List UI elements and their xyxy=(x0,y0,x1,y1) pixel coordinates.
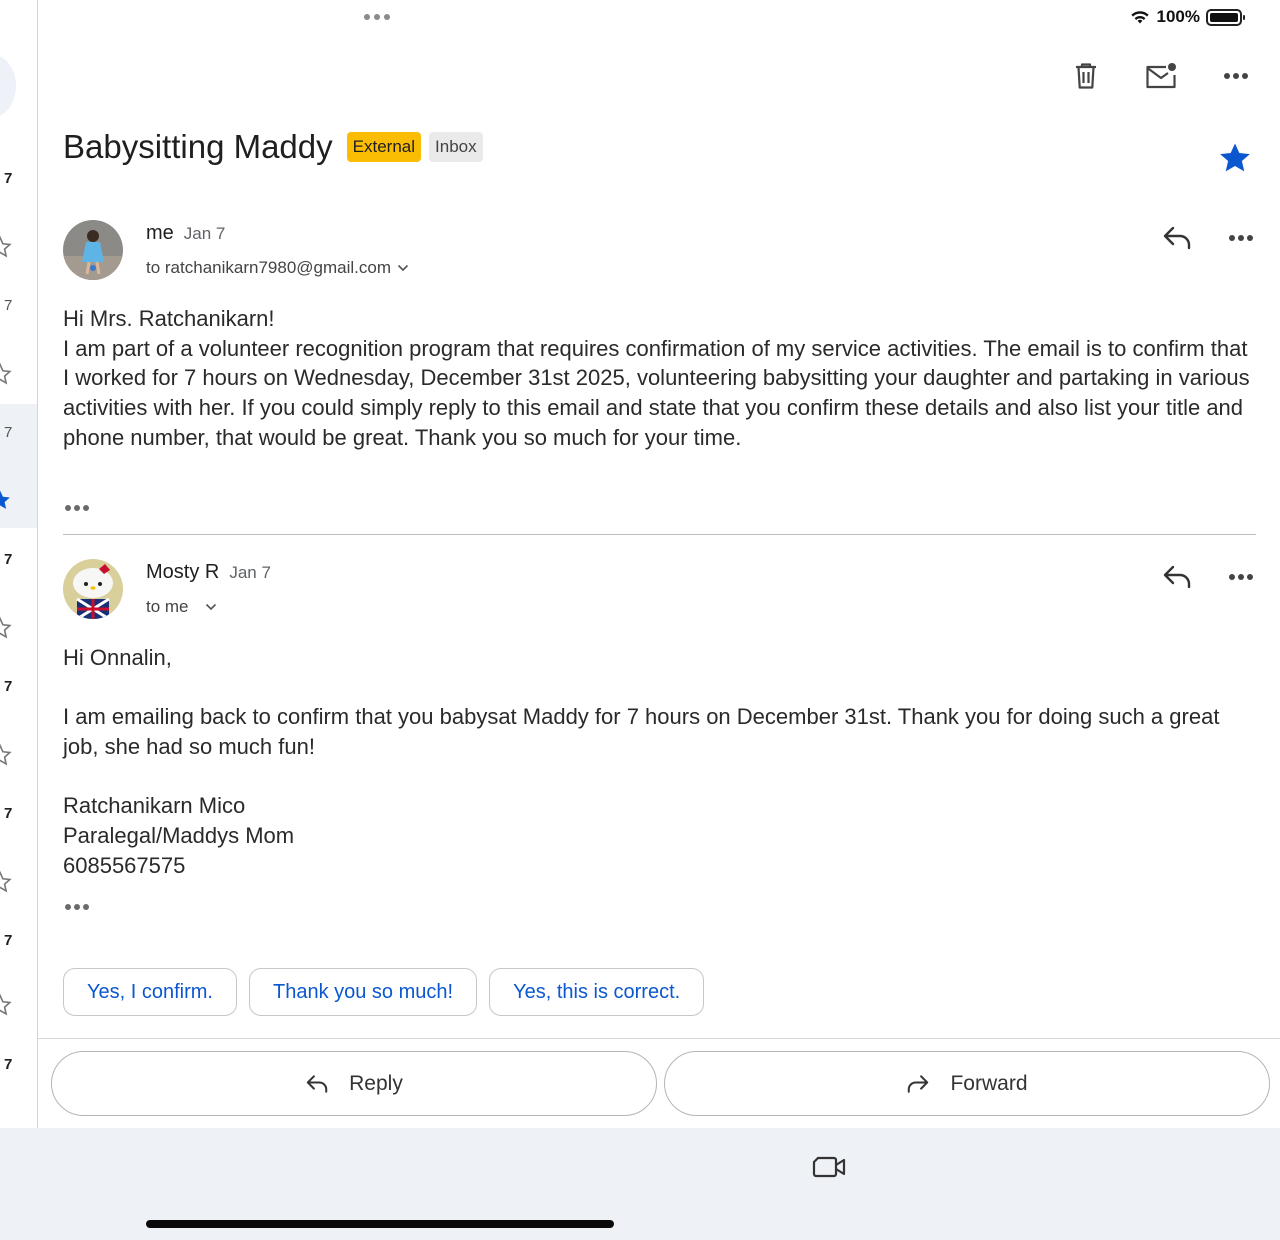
message-date: Jan 7 xyxy=(183,224,226,243)
thread-toolbar xyxy=(1072,60,1250,92)
list-item-date[interactable]: 7 xyxy=(4,678,12,695)
mark-unread-icon[interactable] xyxy=(1144,60,1178,92)
sender-name[interactable]: me xyxy=(146,222,174,245)
message-list-pane: 7 7 7 7 7 7 7 7 xyxy=(0,0,38,1128)
reply-label: Reply xyxy=(349,1071,403,1095)
smart-reply-button[interactable]: Thank you so much! xyxy=(248,968,478,1016)
subject-title: Babysitting Maddy xyxy=(63,128,333,165)
reply-icon[interactable] xyxy=(1162,562,1192,592)
body-blank-line xyxy=(63,673,1258,703)
body-blank-line xyxy=(63,762,1258,792)
reply-button[interactable]: Reply xyxy=(51,1051,657,1116)
trash-icon[interactable] xyxy=(1072,60,1100,92)
recipient-text: to ratchanikarn7980@gmail.com xyxy=(146,258,391,277)
smart-reply-button[interactable]: Yes, this is correct. xyxy=(489,968,705,1016)
message-more-icon[interactable] xyxy=(1226,562,1256,592)
home-indicator[interactable] xyxy=(146,1220,614,1228)
message-date: Jan 7 xyxy=(229,563,271,582)
star-icon[interactable] xyxy=(1217,140,1253,176)
avatar[interactable] xyxy=(63,559,123,619)
list-item-date[interactable]: 7 xyxy=(4,1056,12,1073)
list-avatar[interactable] xyxy=(0,55,16,117)
smart-reply-button[interactable]: Yes, I confirm. xyxy=(63,968,237,1016)
list-star-icon[interactable] xyxy=(0,993,12,1017)
forward-button[interactable]: Forward xyxy=(664,1051,1270,1116)
external-label: External xyxy=(346,132,422,162)
sender-line: Mosty R Jan 7 xyxy=(146,561,271,584)
signature-title: Paralegal/Maddys Mom xyxy=(63,823,295,849)
message-divider xyxy=(63,534,1256,535)
sender-name[interactable]: Mosty R xyxy=(146,561,219,584)
list-item-date[interactable]: 7 xyxy=(4,551,12,568)
list-item-date[interactable]: 7 xyxy=(4,932,12,949)
signature-phone[interactable]: 6085567575 xyxy=(63,851,1258,881)
forward-label: Forward xyxy=(950,1071,1028,1095)
show-trimmed-content-icon[interactable] xyxy=(65,900,93,914)
body-line: I am part of a volunteer recognition pro… xyxy=(63,335,1250,450)
more-options-icon[interactable] xyxy=(1222,60,1250,92)
bottom-divider xyxy=(38,1038,1280,1039)
chevron-down-icon xyxy=(205,603,216,611)
body-line: I am emailing back to confirm that you b… xyxy=(63,704,1220,760)
list-star-icon[interactable] xyxy=(0,870,12,894)
reply-icon xyxy=(306,1074,328,1093)
forward-icon xyxy=(908,1074,929,1093)
status-bar: 100% xyxy=(1129,7,1245,27)
chevron-down-icon xyxy=(397,264,409,272)
recipient-details[interactable]: to me xyxy=(146,597,217,617)
message-1: me Jan 7 to ratchanikarn7980@gmail.com H… xyxy=(63,220,1256,520)
list-star-icon[interactable] xyxy=(0,616,12,640)
video-camera-icon[interactable] xyxy=(812,1152,848,1182)
list-star-icon[interactable] xyxy=(0,362,12,386)
recipient-details[interactable]: to ratchanikarn7980@gmail.com xyxy=(146,258,409,278)
reply-icon[interactable] xyxy=(1162,223,1192,253)
message-2: Mosty R Jan 7 to me Hi Onnalin, I am ema… xyxy=(63,559,1256,919)
inbox-label[interactable]: Inbox xyxy=(429,132,483,162)
signature-name: Ratchanikarn Mico xyxy=(63,793,246,819)
list-star-icon[interactable] xyxy=(0,743,12,767)
avatar[interactable] xyxy=(63,220,123,280)
battery-icon xyxy=(1206,8,1245,26)
list-star-icon-filled[interactable] xyxy=(0,488,12,512)
wifi-icon xyxy=(1130,11,1149,24)
sender-line: me Jan 7 xyxy=(146,222,225,245)
reply-forward-bar: Reply Forward xyxy=(51,1051,1270,1116)
list-item-date[interactable]: 7 xyxy=(4,805,12,822)
multitasking-dots-icon[interactable] xyxy=(364,14,390,20)
list-item-date[interactable]: 7 xyxy=(4,424,12,441)
list-star-icon[interactable] xyxy=(0,235,12,259)
message-actions xyxy=(1162,562,1256,592)
show-trimmed-content-icon[interactable] xyxy=(65,501,93,515)
body-line: Hi Onnalin, xyxy=(63,645,172,670)
message-body: Hi Onnalin, I am emailing back to confir… xyxy=(63,643,1258,881)
list-item-date[interactable]: 7 xyxy=(4,297,12,314)
smart-replies: Yes, I confirm. Thank you so much! Yes, … xyxy=(63,968,705,1016)
message-more-icon[interactable] xyxy=(1226,223,1256,253)
subject-row: Babysitting Maddy External Inbox xyxy=(63,128,483,166)
message-body: Hi Mrs. Ratchanikarn! I am part of a vol… xyxy=(63,304,1258,453)
battery-percent: 100% xyxy=(1156,7,1200,26)
list-item-date[interactable]: 7 xyxy=(4,170,12,187)
recipient-text: to me xyxy=(146,597,189,616)
body-line: Hi Mrs. Ratchanikarn! xyxy=(63,306,275,331)
message-actions xyxy=(1162,223,1256,253)
